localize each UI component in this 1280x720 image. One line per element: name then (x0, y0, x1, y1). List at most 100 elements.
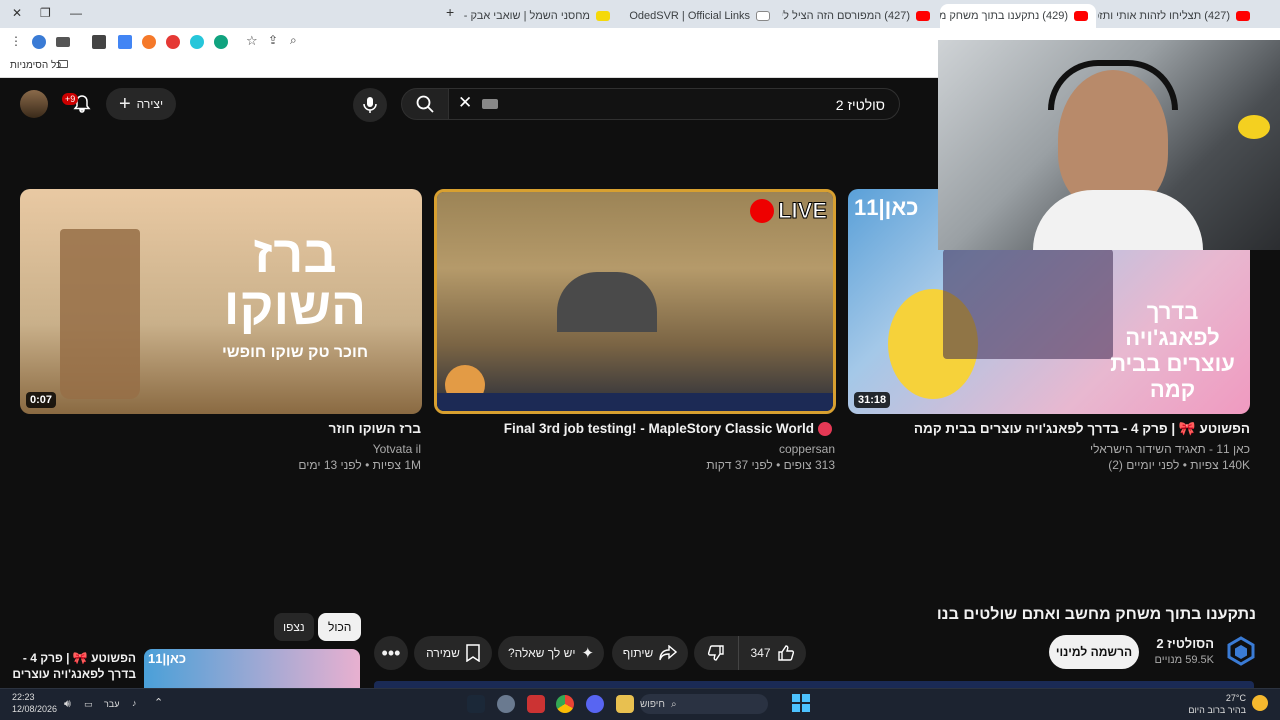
channel-name[interactable]: Yotvata il (373, 442, 421, 456)
description-box[interactable] (374, 681, 1254, 688)
kan11-logo: כאן|11 (854, 195, 919, 220)
browser-tab[interactable]: מחסני השמל | שואבי אבק - מחו ✕ (462, 4, 618, 28)
clock-date[interactable]: 12/08/2026 (12, 704, 57, 714)
bookmark-star-icon[interactable]: ☆ (246, 33, 258, 49)
speaker-icon[interactable]: 🔊︎ (64, 698, 71, 711)
video-title[interactable]: ברז השוקו חוזר (329, 421, 421, 436)
live-label: LIVE (778, 198, 828, 224)
save-button[interactable]: שמירה (414, 636, 492, 670)
video-title[interactable]: הפשוטע 🎀 | פרק 4 - בדרך לפאנג'ויה עוצרים… (914, 421, 1250, 437)
like-button[interactable]: 347 (738, 636, 806, 670)
extension-icon[interactable] (32, 35, 46, 49)
mic-tray-icon[interactable]: ♪ (132, 698, 137, 708)
menu-icon[interactable]: ⋮ (10, 34, 22, 48)
network-icon[interactable]: ▭ (84, 699, 93, 710)
recommended-video-thumbnail[interactable]: כאן|11 (144, 649, 360, 688)
channel-avatar[interactable] (1226, 636, 1256, 666)
thumbnail-artwork: ברז השוקו (223, 226, 367, 336)
subscribe-label: הרשמה למינוי (1055, 645, 1133, 659)
channel-name[interactable]: כאן 11 - תאגיד השידור הישראלי (1090, 442, 1250, 456)
kan11-logo: כאן|11 (148, 651, 187, 666)
create-label: יצירה (136, 97, 164, 111)
youtube-favicon-icon (1236, 11, 1250, 21)
channel-name[interactable]: הסולטיז 2 (1156, 636, 1214, 651)
search-query: סולטיז 2 (835, 97, 885, 113)
video-title[interactable]: Final 3rd job testing! - MapleStory Clas… (504, 421, 814, 436)
search-button[interactable] (401, 88, 449, 120)
input-language[interactable]: עבר (104, 699, 119, 709)
live-status-icon (818, 422, 832, 436)
thumbs-down-icon (707, 645, 724, 661)
maximize-window-icon[interactable]: ❐ (40, 6, 51, 20)
tab-title: מחסני השמל | שואבי אבק - מחו (462, 10, 590, 22)
clear-search-icon[interactable]: ✕ (458, 93, 472, 113)
close-window-icon[interactable]: ✕ (12, 6, 22, 20)
thumbs-up-icon (777, 645, 794, 661)
share-button[interactable]: שיתוף (612, 636, 688, 670)
thumbnail-artwork: בדרך לפאנג'ויה עוצרים בבית קמה (1110, 299, 1235, 402)
plus-icon: + (118, 93, 131, 115)
video-thumbnail[interactable]: ברז השוקו חוכר טק שוקו חופשי 0:07 (20, 189, 422, 414)
duration-badge: 0:07 (26, 392, 57, 408)
ask-button[interactable]: ✦ יש לך שאלה? (498, 636, 604, 670)
youtube-favicon-icon (1074, 11, 1088, 21)
subscribe-button[interactable]: הרשמה למינוי (1049, 635, 1139, 669)
tab-title: OdedSVR | Official Links (629, 10, 750, 22)
app-icon[interactable] (527, 695, 545, 713)
channel-name[interactable]: coppersan (779, 442, 835, 456)
taskbar-search[interactable]: ⌕ חיפוש (640, 694, 768, 714)
ask-label: יש לך שאלה? (507, 646, 576, 660)
streamer-shirt-image (1033, 190, 1203, 250)
all-bookmarks-label[interactable]: כל הסימניות (10, 60, 61, 71)
bookmark-icon (466, 644, 480, 662)
video-thumbnail[interactable]: LIVE (434, 189, 836, 414)
store-favicon-icon (596, 11, 610, 21)
avatar[interactable] (20, 90, 48, 118)
minimize-window-icon[interactable]: — (70, 6, 82, 20)
filter-chip-all[interactable]: הכול (318, 613, 362, 641)
browser-tab-active[interactable]: (429) נתקענו בתוך משחק מ ✕ (940, 4, 1096, 28)
duration-badge: 31:18 (854, 392, 891, 408)
voice-search-button[interactable] (353, 88, 387, 122)
weather-sun-icon[interactable] (1252, 695, 1268, 711)
share-icon[interactable]: ⇪ (268, 33, 278, 47)
tray-overflow-icon[interactable]: ⌃ (154, 696, 163, 709)
chat-overlay (943, 249, 1113, 359)
browser-tab[interactable]: (427) המפורסם הזה הציל לי את ✕ (782, 4, 938, 28)
dislike-button[interactable] (694, 636, 738, 670)
filter-chip-watched[interactable]: נצפו (274, 613, 314, 641)
youtube-favicon-icon (916, 11, 930, 21)
puzzle-icon[interactable] (92, 35, 106, 49)
weather-desc[interactable]: בהיר ברוב היום (1188, 705, 1246, 715)
new-tab-icon[interactable]: + (446, 4, 454, 20)
keyboard-icon[interactable] (482, 99, 498, 109)
clock-time[interactable]: 22:23 (12, 692, 35, 702)
weather-temp[interactable]: 27°C (1226, 693, 1246, 703)
extension-icon[interactable] (190, 35, 204, 49)
more-actions-button[interactable]: ••• (374, 636, 408, 670)
create-button[interactable]: יצירה + (106, 88, 176, 120)
tab-close-icon[interactable]: ✕ (622, 10, 623, 23)
tab-title: (427) המפורסם הזה הציל לי את (782, 10, 910, 22)
browser-tab[interactable]: OdedSVR | Official Links ✕ (622, 4, 778, 28)
steam-icon[interactable] (467, 695, 485, 713)
zoom-icon[interactable]: ⌕ (290, 33, 297, 48)
extension-icon[interactable] (214, 35, 228, 49)
extension-icon[interactable] (166, 35, 180, 49)
search-label: חיפוש (640, 698, 665, 710)
live-indicator: LIVE (750, 198, 827, 224)
share-arrow-icon (659, 645, 678, 661)
extension-icon[interactable] (118, 35, 132, 49)
discord-icon[interactable] (586, 695, 604, 713)
media-icon[interactable] (56, 37, 70, 47)
channel-logo-icon (1227, 636, 1255, 666)
chrome-icon[interactable] (556, 695, 574, 713)
browser-tab[interactable]: (427) תצליחו לזהות אותי ותזכו ✕ (1098, 4, 1258, 28)
recommended-video-title[interactable]: הפשוטע 🎀 | פרק 4 - בדרך לפאנג'ויה עוצרים (6, 650, 136, 682)
settings-gear-icon[interactable] (497, 695, 515, 713)
windows-start-icon[interactable] (792, 694, 810, 712)
extension-icon[interactable] (142, 35, 156, 49)
file-explorer-icon[interactable] (616, 695, 634, 713)
search-input[interactable]: סולטיז 2 (448, 88, 900, 120)
thumbnail-artwork-caption: חוכר טק שוקו חופשי (221, 344, 369, 361)
